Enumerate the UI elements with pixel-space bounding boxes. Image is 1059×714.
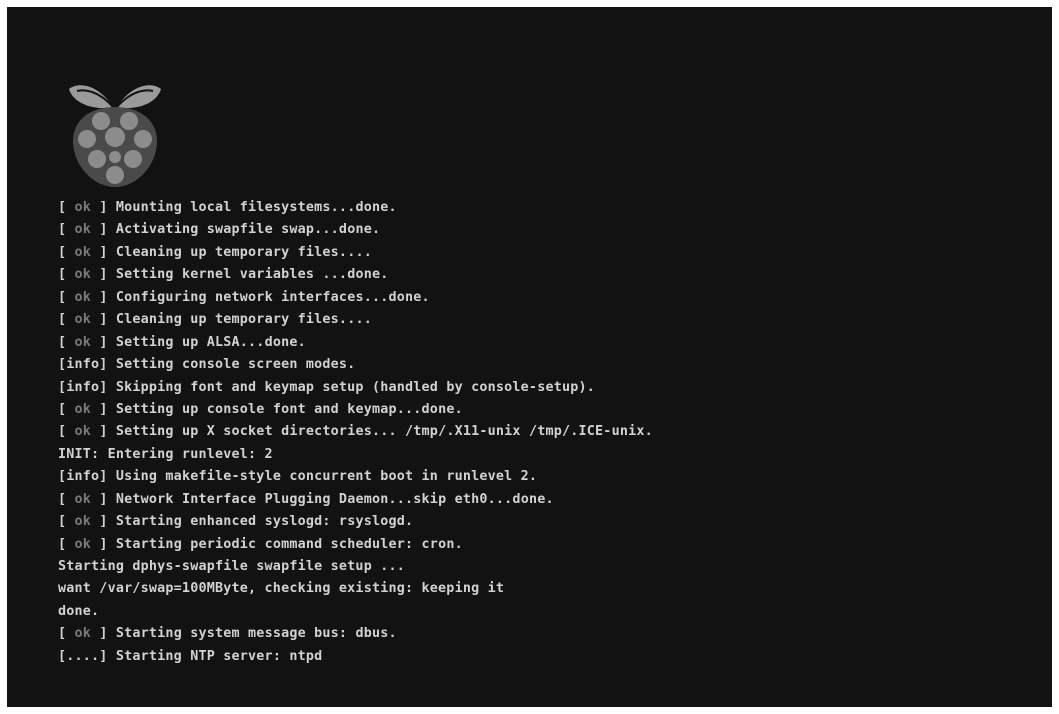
log-status-pending: [....] <box>58 648 108 664</box>
log-status-ok: [ ok ] <box>58 514 108 530</box>
log-text: Skipping font and keymap setup (handled … <box>115 379 596 395</box>
log-text: Activating swapfile swap...done. <box>115 222 381 238</box>
logo-leaf-right <box>117 85 161 109</box>
log-status-info: [info] <box>58 357 108 373</box>
log-status-info: [info] <box>58 379 108 395</box>
log-line: [ ok ] Network Interface Plugging Daemon… <box>58 489 653 511</box>
log-text: Starting system message bus: dbus. <box>115 626 397 642</box>
boot-log: [ ok ] Mounting local filesystems...done… <box>58 197 653 668</box>
log-status-ok: [ ok ] <box>58 289 108 305</box>
log-line: [ ok ] Cleaning up temporary files.... <box>58 242 653 264</box>
log-text: Setting up X socket directories... /tmp/… <box>115 424 653 440</box>
log-line: [info] Setting console screen modes. <box>58 354 653 376</box>
log-line: [ ok ] Starting system message bus: dbus… <box>58 623 653 645</box>
log-text: Mounting local filesystems...done. <box>115 200 397 215</box>
log-text: Using makefile-style concurrent boot in … <box>115 469 538 485</box>
log-status-ok: [ ok ] <box>58 200 108 215</box>
log-line: done. <box>58 601 653 623</box>
log-status-ok: [ ok ] <box>58 222 108 238</box>
log-text: Cleaning up temporary files.... <box>115 312 372 328</box>
log-status-ok: [ ok ] <box>58 244 108 260</box>
log-status-ok: [ ok ] <box>58 424 108 440</box>
log-line: [....] Starting NTP server: ntpd <box>58 646 653 668</box>
log-status-info: [info] <box>58 469 108 485</box>
log-line: [ ok ] Configuring network interfaces...… <box>58 287 653 309</box>
log-line: INIT: Entering runlevel: 2 <box>58 444 653 466</box>
log-text: Starting dphys-swapfile swapfile setup .… <box>58 559 405 574</box>
log-status-ok: [ ok ] <box>58 536 108 552</box>
log-status-ok: [ ok ] <box>58 334 108 350</box>
log-text: Network Interface Plugging Daemon...skip… <box>115 491 554 507</box>
log-line: [ ok ] Activating swapfile swap...done. <box>58 219 653 241</box>
log-text: Setting up ALSA...done. <box>115 334 306 350</box>
log-text: Setting up console font and keymap...don… <box>115 401 463 417</box>
log-text: Starting NTP server: ntpd <box>115 648 323 664</box>
log-status-ok: [ ok ] <box>58 626 108 642</box>
log-status-ok: [ ok ] <box>58 312 108 328</box>
log-line: [ ok ] Cleaning up temporary files.... <box>58 309 653 331</box>
log-status-ok: [ ok ] <box>58 267 108 283</box>
log-text: Setting console screen modes. <box>115 357 356 373</box>
log-text: Cleaning up temporary files.... <box>115 244 372 260</box>
log-line: Starting dphys-swapfile swapfile setup .… <box>58 556 653 578</box>
log-text: Starting periodic command scheduler: cro… <box>115 536 463 552</box>
log-text: want /var/swap=100MByte, checking existi… <box>58 581 505 597</box>
logo-leaf-left <box>69 85 113 109</box>
log-status-ok: [ ok ] <box>58 491 108 507</box>
log-line: [ ok ] Setting up X socket directories..… <box>58 421 653 443</box>
log-line: want /var/swap=100MByte, checking existi… <box>58 578 653 600</box>
log-line: [ ok ] Mounting local filesystems...done… <box>58 197 653 219</box>
log-line: [info] Skipping font and keymap setup (h… <box>58 377 653 399</box>
log-line: [ ok ] Setting up ALSA...done. <box>58 332 653 354</box>
log-text: done. <box>58 603 100 619</box>
log-line: [ ok ] Starting enhanced syslogd: rsyslo… <box>58 511 653 533</box>
console-screen: [ ok ] Mounting local filesystems...done… <box>7 7 1052 707</box>
log-line: [ ok ] Setting up console font and keyma… <box>58 399 653 421</box>
log-text: Configuring network interfaces...done. <box>115 289 430 305</box>
log-status-ok: [ ok ] <box>58 401 108 417</box>
log-text: Starting enhanced syslogd: rsyslogd. <box>115 514 414 530</box>
log-line: [info] Using makefile-style concurrent b… <box>58 466 653 488</box>
log-text: INIT: Entering runlevel: 2 <box>58 446 273 462</box>
log-line: [ ok ] Setting kernel variables ...done. <box>58 264 653 286</box>
log-line: [ ok ] Starting periodic command schedul… <box>58 534 653 556</box>
log-text: Setting kernel variables ...done. <box>115 267 389 283</box>
raspberry-pi-icon <box>69 85 161 187</box>
